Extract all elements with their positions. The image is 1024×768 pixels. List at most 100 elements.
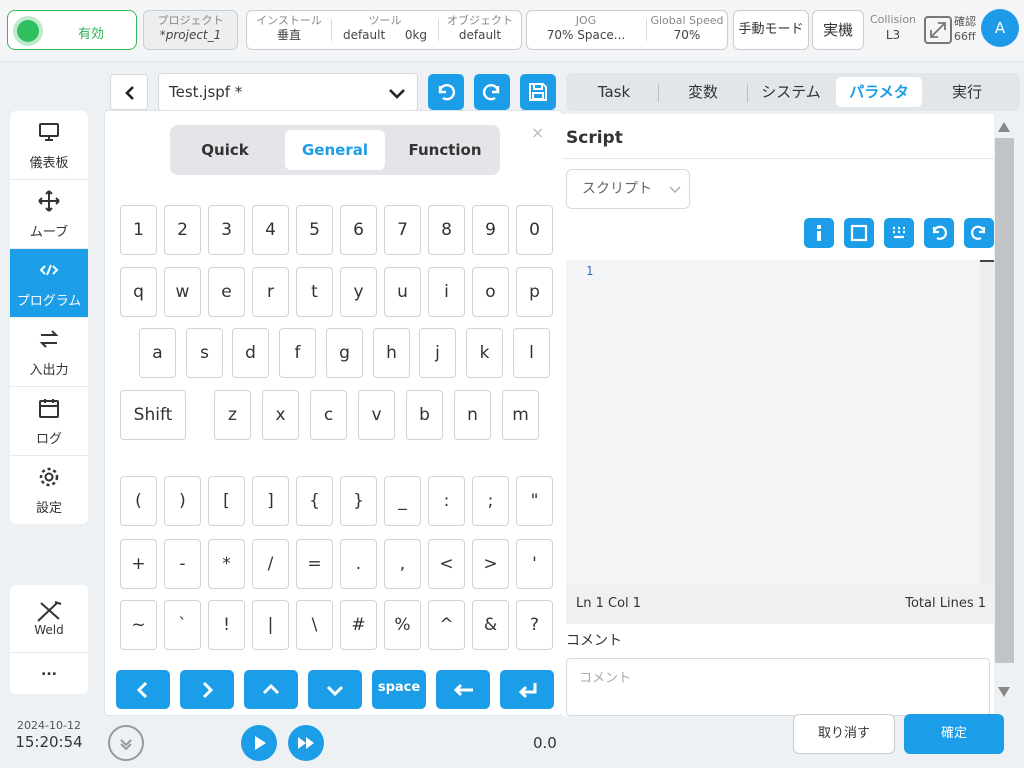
key[interactable]: \: [296, 600, 333, 650]
key[interactable]: *: [208, 539, 245, 589]
key[interactable]: 8: [428, 205, 465, 255]
project-selector[interactable]: プロジェクト *project_1: [143, 10, 238, 50]
key[interactable]: :: [428, 476, 465, 526]
key[interactable]: d: [232, 328, 269, 378]
cancel-button[interactable]: 取り消す: [793, 714, 895, 754]
install-segment[interactable]: インストール 垂直: [247, 11, 331, 49]
cursor-left-key[interactable]: [116, 670, 170, 709]
close-icon[interactable]: ×: [531, 123, 544, 142]
key[interactable]: 9: [472, 205, 509, 255]
key[interactable]: 7: [384, 205, 421, 255]
key[interactable]: ]: [252, 476, 289, 526]
key[interactable]: r: [252, 267, 289, 317]
key[interactable]: [: [208, 476, 245, 526]
global-speed-segment[interactable]: Global Speed 70%: [647, 11, 727, 49]
key[interactable]: {: [296, 476, 333, 526]
fast-forward-button[interactable]: [288, 725, 324, 761]
key[interactable]: 6: [340, 205, 377, 255]
key[interactable]: u: [384, 267, 421, 317]
tab-system[interactable]: システム: [748, 77, 834, 107]
expand-icon[interactable]: [924, 16, 952, 44]
info-button[interactable]: [804, 218, 834, 248]
nav-item-program[interactable]: プログラム: [10, 249, 88, 318]
nav-item-dashboard[interactable]: 儀表板: [10, 111, 88, 180]
key[interactable]: n: [454, 390, 491, 440]
key[interactable]: =: [296, 539, 333, 589]
tab-variables[interactable]: 変数: [659, 77, 747, 107]
key[interactable]: }: [340, 476, 377, 526]
shift-key[interactable]: Shift: [120, 390, 186, 440]
nav-item-settings[interactable]: 設定: [10, 456, 88, 524]
key[interactable]: ;: [472, 476, 509, 526]
comment-input[interactable]: コメント: [566, 658, 990, 716]
key[interactable]: ~: [120, 600, 157, 650]
key[interactable]: t: [296, 267, 333, 317]
confirm-button[interactable]: 確定: [904, 714, 1004, 754]
nav-item-move[interactable]: ムーブ: [10, 180, 88, 249]
key[interactable]: >: [472, 539, 509, 589]
object-segment[interactable]: オブジェクト default: [439, 11, 521, 49]
editor-scrollbar[interactable]: [980, 260, 994, 584]
cursor-down-key[interactable]: [308, 670, 362, 709]
key[interactable]: 5: [296, 205, 333, 255]
tab-function[interactable]: Function: [395, 130, 495, 170]
key[interactable]: a: [139, 328, 176, 378]
tab-quick[interactable]: Quick: [175, 130, 275, 170]
key[interactable]: p: [516, 267, 553, 317]
backspace-key[interactable]: [436, 670, 490, 709]
key[interactable]: &: [472, 600, 509, 650]
key[interactable]: _: [384, 476, 421, 526]
key[interactable]: g: [326, 328, 363, 378]
redo-button[interactable]: [474, 74, 510, 110]
key[interactable]: e: [208, 267, 245, 317]
key[interactable]: c: [310, 390, 347, 440]
key[interactable]: h: [373, 328, 410, 378]
key[interactable]: o: [472, 267, 509, 317]
key[interactable]: %: [384, 600, 421, 650]
key[interactable]: j: [419, 328, 456, 378]
file-select[interactable]: Test.jspf *: [158, 73, 418, 111]
key[interactable]: -: [164, 539, 201, 589]
scroll-down-icon[interactable]: [998, 687, 1010, 697]
key[interactable]: y: [340, 267, 377, 317]
nav-item-log[interactable]: ログ: [10, 387, 88, 456]
key[interactable]: |: [252, 600, 289, 650]
jog-segment[interactable]: JOG 70% Space...: [527, 11, 645, 49]
save-button[interactable]: [520, 74, 556, 110]
key[interactable]: 3: [208, 205, 245, 255]
tab-run[interactable]: 実行: [924, 77, 1010, 107]
play-button[interactable]: [241, 725, 277, 761]
tab-general[interactable]: General: [285, 130, 385, 170]
key[interactable]: #: [340, 600, 377, 650]
collapse-button[interactable]: [108, 725, 144, 761]
key[interactable]: .: [340, 539, 377, 589]
tab-parameters[interactable]: パラメタ: [836, 77, 922, 107]
more-button[interactable]: ...: [10, 657, 88, 691]
key[interactable]: m: [502, 390, 539, 440]
key[interactable]: b: [406, 390, 443, 440]
undo-button[interactable]: [428, 74, 464, 110]
collision-indicator[interactable]: Collision L3: [866, 13, 920, 42]
key[interactable]: k: [466, 328, 503, 378]
key[interactable]: +: [120, 539, 157, 589]
key[interactable]: z: [214, 390, 251, 440]
back-button[interactable]: [110, 74, 148, 110]
cursor-up-key[interactable]: [244, 670, 298, 709]
tool-segment[interactable]: ツール default 0kg: [332, 11, 438, 49]
key[interactable]: ': [516, 539, 553, 589]
jog-speed-group[interactable]: JOG 70% Space... Global Speed 70%: [526, 10, 728, 50]
key[interactable]: i: [428, 267, 465, 317]
key[interactable]: x: [262, 390, 299, 440]
key[interactable]: f: [279, 328, 316, 378]
editor-undo-button[interactable]: [924, 218, 954, 248]
editor-redo-button[interactable]: [964, 218, 994, 248]
space-key[interactable]: space: [372, 670, 426, 709]
tab-task[interactable]: Task: [570, 77, 658, 107]
key[interactable]: 4: [252, 205, 289, 255]
code-editor[interactable]: 1: [566, 260, 994, 584]
nav-item-weld[interactable]: Weld: [10, 585, 88, 653]
install-tool-object-group[interactable]: インストール 垂直 ツール default 0kg オブジェクト default: [246, 10, 522, 50]
key[interactable]: ^: [428, 600, 465, 650]
key[interactable]: <: [428, 539, 465, 589]
key[interactable]: `: [164, 600, 201, 650]
